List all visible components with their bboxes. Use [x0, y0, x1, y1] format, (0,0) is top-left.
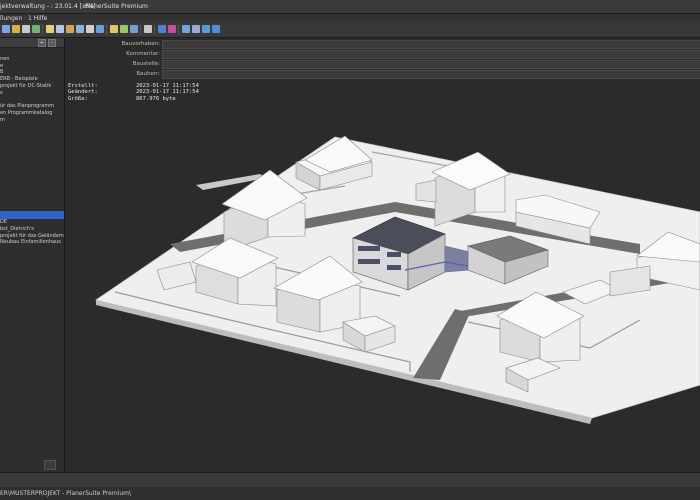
bottom-path-bar: ER\MUSTERPROJEKT - PlanerSuite Premium\	[0, 487, 700, 500]
project-path: ER\MUSTERPROJEKT - PlanerSuite Premium\	[0, 490, 132, 497]
settings-icon[interactable]	[144, 25, 152, 33]
baustelle-label: Baustelle:	[132, 61, 160, 67]
document-icon[interactable]	[46, 25, 54, 33]
tree-scrollbar[interactable]	[44, 460, 56, 470]
baustelle-field[interactable]	[162, 60, 700, 69]
status-bar	[0, 472, 700, 487]
properties-icon[interactable]	[56, 25, 64, 33]
size-label: Größe:	[68, 95, 88, 102]
save-icon[interactable]	[22, 25, 30, 33]
cloud-icon[interactable]	[212, 25, 220, 33]
bauherr-label: Bauherr:	[136, 71, 160, 77]
export-icon[interactable]	[76, 25, 84, 33]
size-value: 867.976 byte	[136, 95, 176, 102]
bauvorhaben-label: Bauvorhaben:	[121, 41, 160, 47]
new-icon[interactable]	[2, 25, 10, 33]
toolbar-separator	[154, 25, 155, 35]
network-icon[interactable]	[168, 25, 176, 33]
toolbar-separator	[106, 25, 107, 35]
toolbar-separator	[140, 25, 141, 35]
info-size: Größe: 867.976 byte	[68, 96, 268, 102]
tree-item[interactable]: Neubau Einfamilienhaus	[0, 238, 64, 246]
bauherr-field[interactable]	[162, 70, 700, 79]
print-icon[interactable]	[86, 25, 94, 33]
toolbar	[0, 23, 700, 38]
project-tree-panel: + - nen e B ERB - Beispiele projekt für DC-S…	[0, 38, 65, 472]
copy-icon[interactable]	[32, 25, 40, 33]
window-title: jektverwaltung - : 23.01.4 [x64]	[0, 3, 96, 10]
title-bar: jektverwaltung - : 23.01.4 [x64] PlanerS…	[0, 0, 700, 14]
add-icon[interactable]: +	[38, 39, 46, 47]
kommentar-label: Kommentar:	[126, 51, 160, 57]
user-icon[interactable]	[158, 25, 166, 33]
menu-items[interactable]: llungen · 1 Hilfe	[0, 14, 47, 23]
plan-icon[interactable]	[120, 25, 128, 33]
model-icon[interactable]	[130, 25, 138, 33]
toolbar-separator	[178, 25, 179, 35]
collapse-icon[interactable]: -	[48, 39, 56, 47]
tree-header: + -	[0, 38, 64, 48]
open-icon[interactable]	[12, 25, 20, 33]
tool-icon[interactable]	[110, 25, 118, 33]
project-info: Erstellt: 2023-01-17 11:17:54 Geändert: …	[68, 83, 268, 102]
project-properties: Bauvorhaben: Kommentar: Baustelle: Bauhe…	[66, 38, 700, 80]
menu-bar[interactable]: llungen · 1 Hilfe	[0, 14, 700, 23]
3d-preview	[95, 135, 700, 424]
import-icon[interactable]	[96, 25, 104, 33]
kommentar-field[interactable]	[162, 50, 700, 59]
bauvorhaben-field[interactable]	[162, 40, 700, 49]
folder-icon[interactable]	[66, 25, 74, 33]
transfer-icon[interactable]	[192, 25, 200, 33]
sync-icon[interactable]	[202, 25, 210, 33]
upload-icon[interactable]	[182, 25, 190, 33]
app-name: PlanerSuite Premium	[85, 3, 148, 10]
toolbar-separator	[42, 25, 43, 35]
